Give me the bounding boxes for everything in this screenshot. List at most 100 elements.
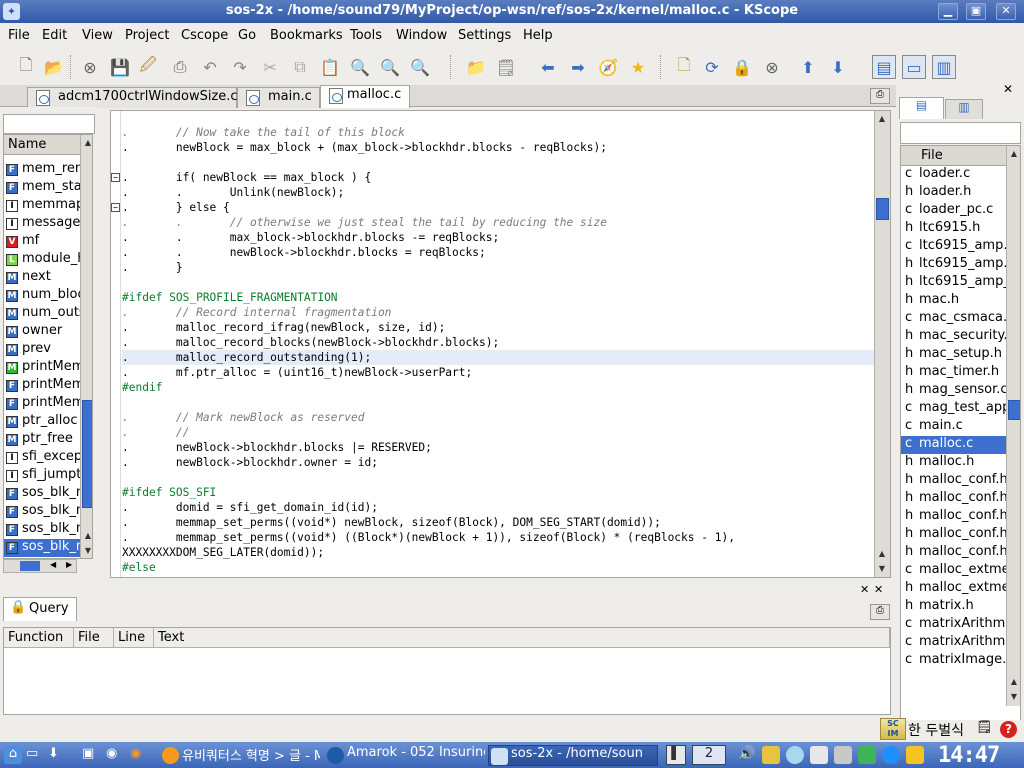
file-list[interactable]: File c loader.c h loader.h c loader_pc.c h ltc6…	[900, 145, 1021, 755]
cut-icon[interactable]: ✂	[258, 55, 282, 79]
title-bar[interactable]: ✦ sos-2x - /home/sound79/MyProject/op-ws…	[0, 0, 1024, 23]
klipper-icon[interactable]	[810, 746, 828, 764]
code-line[interactable]: . . Unlink(newBlock);	[122, 185, 874, 200]
symbol-list-item[interactable]: Fsos_blk_m	[4, 485, 80, 503]
show-desktop-icon[interactable]: ▭	[26, 746, 44, 764]
file-list-item[interactable]: h ltc6915.h	[901, 220, 1006, 238]
scroll-down-icon[interactable]: ▼	[1008, 691, 1020, 703]
code-line[interactable]	[122, 470, 874, 485]
file-list-item[interactable]: c matrixArithme	[901, 634, 1006, 652]
new-file-icon[interactable]: 🗋	[14, 55, 38, 79]
clipboard-icon[interactable]	[762, 746, 780, 764]
file-list-item[interactable]: c malloc.c	[901, 436, 1006, 454]
close-file-icon[interactable]: ⊗	[78, 55, 102, 79]
menu-help[interactable]: Help	[523, 28, 553, 43]
code-line[interactable]: . //	[122, 425, 874, 440]
symbol-list-item[interactable]: Vmf	[4, 233, 80, 251]
file-list-item[interactable]: h matrix.h	[901, 598, 1006, 616]
menu-edit[interactable]: Edit	[42, 28, 67, 43]
symbol-list-item[interactable]: Mnext	[4, 269, 80, 287]
symbol-list-item[interactable]: Imemmap	[4, 197, 80, 215]
menu-window[interactable]: Window	[396, 28, 447, 43]
hscroll-thumb[interactable]	[20, 561, 40, 571]
code-line[interactable]: XXXXXXXXDOM_SEG_LATER(domid));	[122, 545, 874, 560]
symbol-list-item[interactable]: Mnum_outs	[4, 305, 80, 323]
scroll-up-icon[interactable]: ▲	[82, 137, 92, 149]
code-line[interactable]: . malloc_record_ifrag(newBlock, size, id…	[122, 320, 874, 335]
symbol-list-item[interactable]: Fmem_rem	[4, 161, 80, 179]
symbol-list-item[interactable]: Fsos_blk_m	[4, 503, 80, 521]
scroll-thumb[interactable]	[876, 198, 889, 220]
scroll-thumb[interactable]	[1008, 400, 1020, 420]
file-list-item[interactable]: c loader_pc.c	[901, 202, 1006, 220]
code-line[interactable]	[122, 155, 874, 170]
file-list-item[interactable]: h loader.h	[901, 184, 1006, 202]
file-list-item[interactable]: c main.c	[901, 418, 1006, 436]
column-function[interactable]: Function	[4, 628, 74, 648]
query-tab[interactable]: 🔒 Query	[3, 597, 77, 621]
print-icon[interactable]: ⎙	[168, 55, 192, 79]
symbol-list-item[interactable]: Mprev	[4, 341, 80, 359]
query-print-icon[interactable]: ⎙	[870, 604, 890, 620]
symbol-list-item[interactable]: Mnum_bloc	[4, 287, 80, 305]
desktop-1-pager[interactable]: ▌	[666, 745, 686, 765]
save-icon[interactable]: 💾	[108, 55, 132, 79]
code-line[interactable]: . malloc_record_blocks(newBlock->blockhd…	[122, 335, 874, 350]
symbol-list-item[interactable]: Isfi_jumpta	[4, 467, 80, 485]
symbol-filter-input[interactable]	[3, 114, 95, 134]
file-list-item[interactable]: h malloc_conf.h	[901, 526, 1006, 544]
menu-tools[interactable]: Tools	[350, 28, 382, 43]
symbol-list-item[interactable]: Fsos_blk_m	[4, 539, 80, 557]
column-line[interactable]: Line	[114, 628, 154, 648]
menu-project[interactable]: Project	[125, 28, 169, 43]
history-icon[interactable]: 🧭	[596, 55, 620, 79]
network-icon[interactable]	[786, 746, 804, 764]
file-list-item[interactable]: h mac_setup.h	[901, 346, 1006, 364]
symbol-list-item[interactable]: FprintMem	[4, 377, 80, 395]
editor-scrollbar[interactable]: ▲ ▲ ▼	[874, 111, 890, 577]
new-query-icon[interactable]: 🗋	[672, 55, 696, 79]
scroll-up-icon[interactable]: ▲	[876, 548, 888, 560]
zoom-out-icon[interactable]: 🔍	[408, 55, 432, 79]
code-line[interactable]: . newBlock = max_block + (max_block->blo…	[122, 140, 874, 155]
back-icon[interactable]: ⬅	[536, 55, 560, 79]
code-line[interactable]: . // Now take the tail of this block	[122, 125, 874, 140]
stop-icon[interactable]: ⊗	[760, 55, 784, 79]
code-line[interactable]: . . max_block->blockhdr.blocks -= reqBlo…	[122, 230, 874, 245]
menu-settings[interactable]: Settings	[458, 28, 511, 43]
code-line[interactable]: . if( newBlock == max_block ) {−	[111, 170, 874, 185]
lock-icon[interactable]: 🔒	[730, 55, 754, 79]
ime-mode-label[interactable]: 한 두벌식	[908, 720, 964, 740]
task-amarok[interactable]: Amarok - 052 Insuring	[325, 745, 485, 766]
save-all-icon[interactable]: 🖉	[136, 55, 160, 79]
open-file-icon[interactable]: 📂	[42, 55, 66, 79]
code-line[interactable]: . memmap_set_perms((void*) ((Block*)(new…	[122, 530, 874, 545]
close-window-button[interactable]: ✕	[996, 3, 1016, 20]
file-list-item[interactable]: c malloc_extmen	[901, 562, 1006, 580]
firefox-icon[interactable]: ◉	[130, 746, 148, 764]
redo-icon[interactable]: ↷	[228, 55, 252, 79]
file-list-item[interactable]: h ltc6915_amp.	[901, 256, 1006, 274]
file-list-item[interactable]: c matrixArithme	[901, 616, 1006, 634]
file-list-item[interactable]: c loader.c	[901, 166, 1006, 184]
device-icon[interactable]	[834, 746, 852, 764]
scroll-down-icon[interactable]: ▼	[876, 563, 888, 575]
menu-view[interactable]: View	[82, 28, 113, 43]
task-kscope[interactable]: sos-2x - /home/soun	[488, 745, 658, 766]
file-list-item[interactable]: h ltc6915_amp_	[901, 274, 1006, 292]
konqueror-icon[interactable]: ◉	[106, 746, 124, 764]
symbol-list-item[interactable]: Mptr_alloc	[4, 413, 80, 431]
zoom-in-icon[interactable]: 🔍	[378, 55, 402, 79]
home-folder-icon[interactable]: ⬇	[48, 746, 66, 764]
project-files-icon[interactable]: 🗒	[494, 55, 518, 79]
code-line[interactable]: #ifdef SOS_SFI	[122, 485, 874, 500]
column-file[interactable]: File	[74, 628, 114, 648]
symbol-list-item[interactable]: MprintMem	[4, 359, 80, 377]
file-list-item[interactable]: h mag_sensor.c	[901, 382, 1006, 400]
bookmark-star-icon[interactable]: ★	[626, 55, 650, 79]
symbol-list-item[interactable]: Isfi_except	[4, 449, 80, 467]
symbol-list[interactable]: Name Fmem_remFmem_starImemmapImessage_Vm…	[3, 134, 93, 559]
file-filter-input[interactable]	[900, 122, 1021, 144]
code-line[interactable]: . . newBlock->blockhdr.blocks = reqBlock…	[122, 245, 874, 260]
code-line[interactable]: . }	[122, 260, 874, 275]
